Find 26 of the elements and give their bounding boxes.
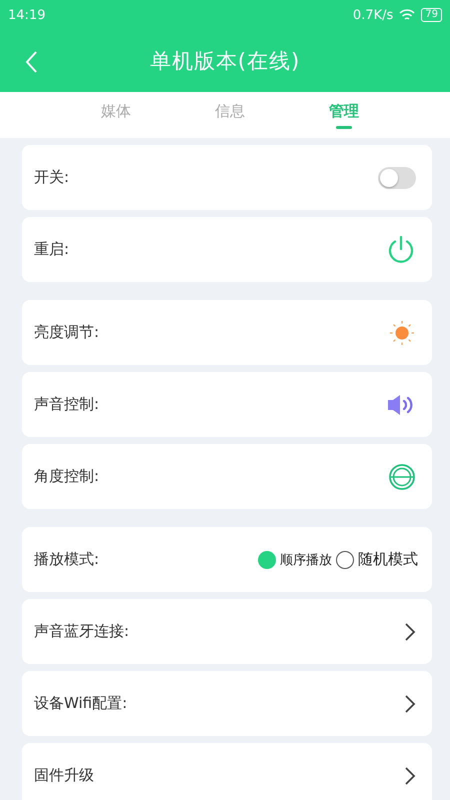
chevron-right-icon[interactable] (404, 694, 416, 714)
setting-label: 播放模式: (34, 550, 100, 569)
toggle-switch[interactable] (378, 166, 416, 188)
sun-icon[interactable] (388, 318, 416, 346)
setting-label: 亮度调节: (34, 323, 100, 342)
setting-label: 声音蓝牙连接: (34, 622, 130, 641)
page-title: 单机版本(在线) (150, 48, 300, 75)
radio-option[interactable]: 顺序播放 (258, 550, 332, 568)
wifi-icon (399, 8, 416, 22)
network-speed: 0.7K/s (352, 8, 394, 22)
chevron-right-icon[interactable] (404, 622, 416, 642)
battery-icon: 79 (421, 8, 442, 22)
power-icon[interactable] (386, 234, 416, 264)
setting-label: 设备Wifi配置: (34, 694, 128, 713)
tab[interactable]: 管理 (315, 92, 373, 138)
setting-label: 开关: (34, 168, 70, 187)
chevron-right-icon[interactable] (404, 766, 416, 786)
angle-icon[interactable] (388, 462, 416, 490)
status-time: 14:19 (8, 8, 46, 22)
setting-label: 重启: (34, 240, 70, 259)
tab[interactable]: 信息 (201, 92, 259, 138)
setting-label: 声音控制: (34, 395, 100, 414)
tab[interactable]: 媒体 (87, 92, 145, 138)
setting-label: 角度控制: (34, 467, 100, 486)
radio-option[interactable]: 随机模式 (336, 550, 418, 569)
setting-label: 固件升级 (34, 766, 94, 785)
